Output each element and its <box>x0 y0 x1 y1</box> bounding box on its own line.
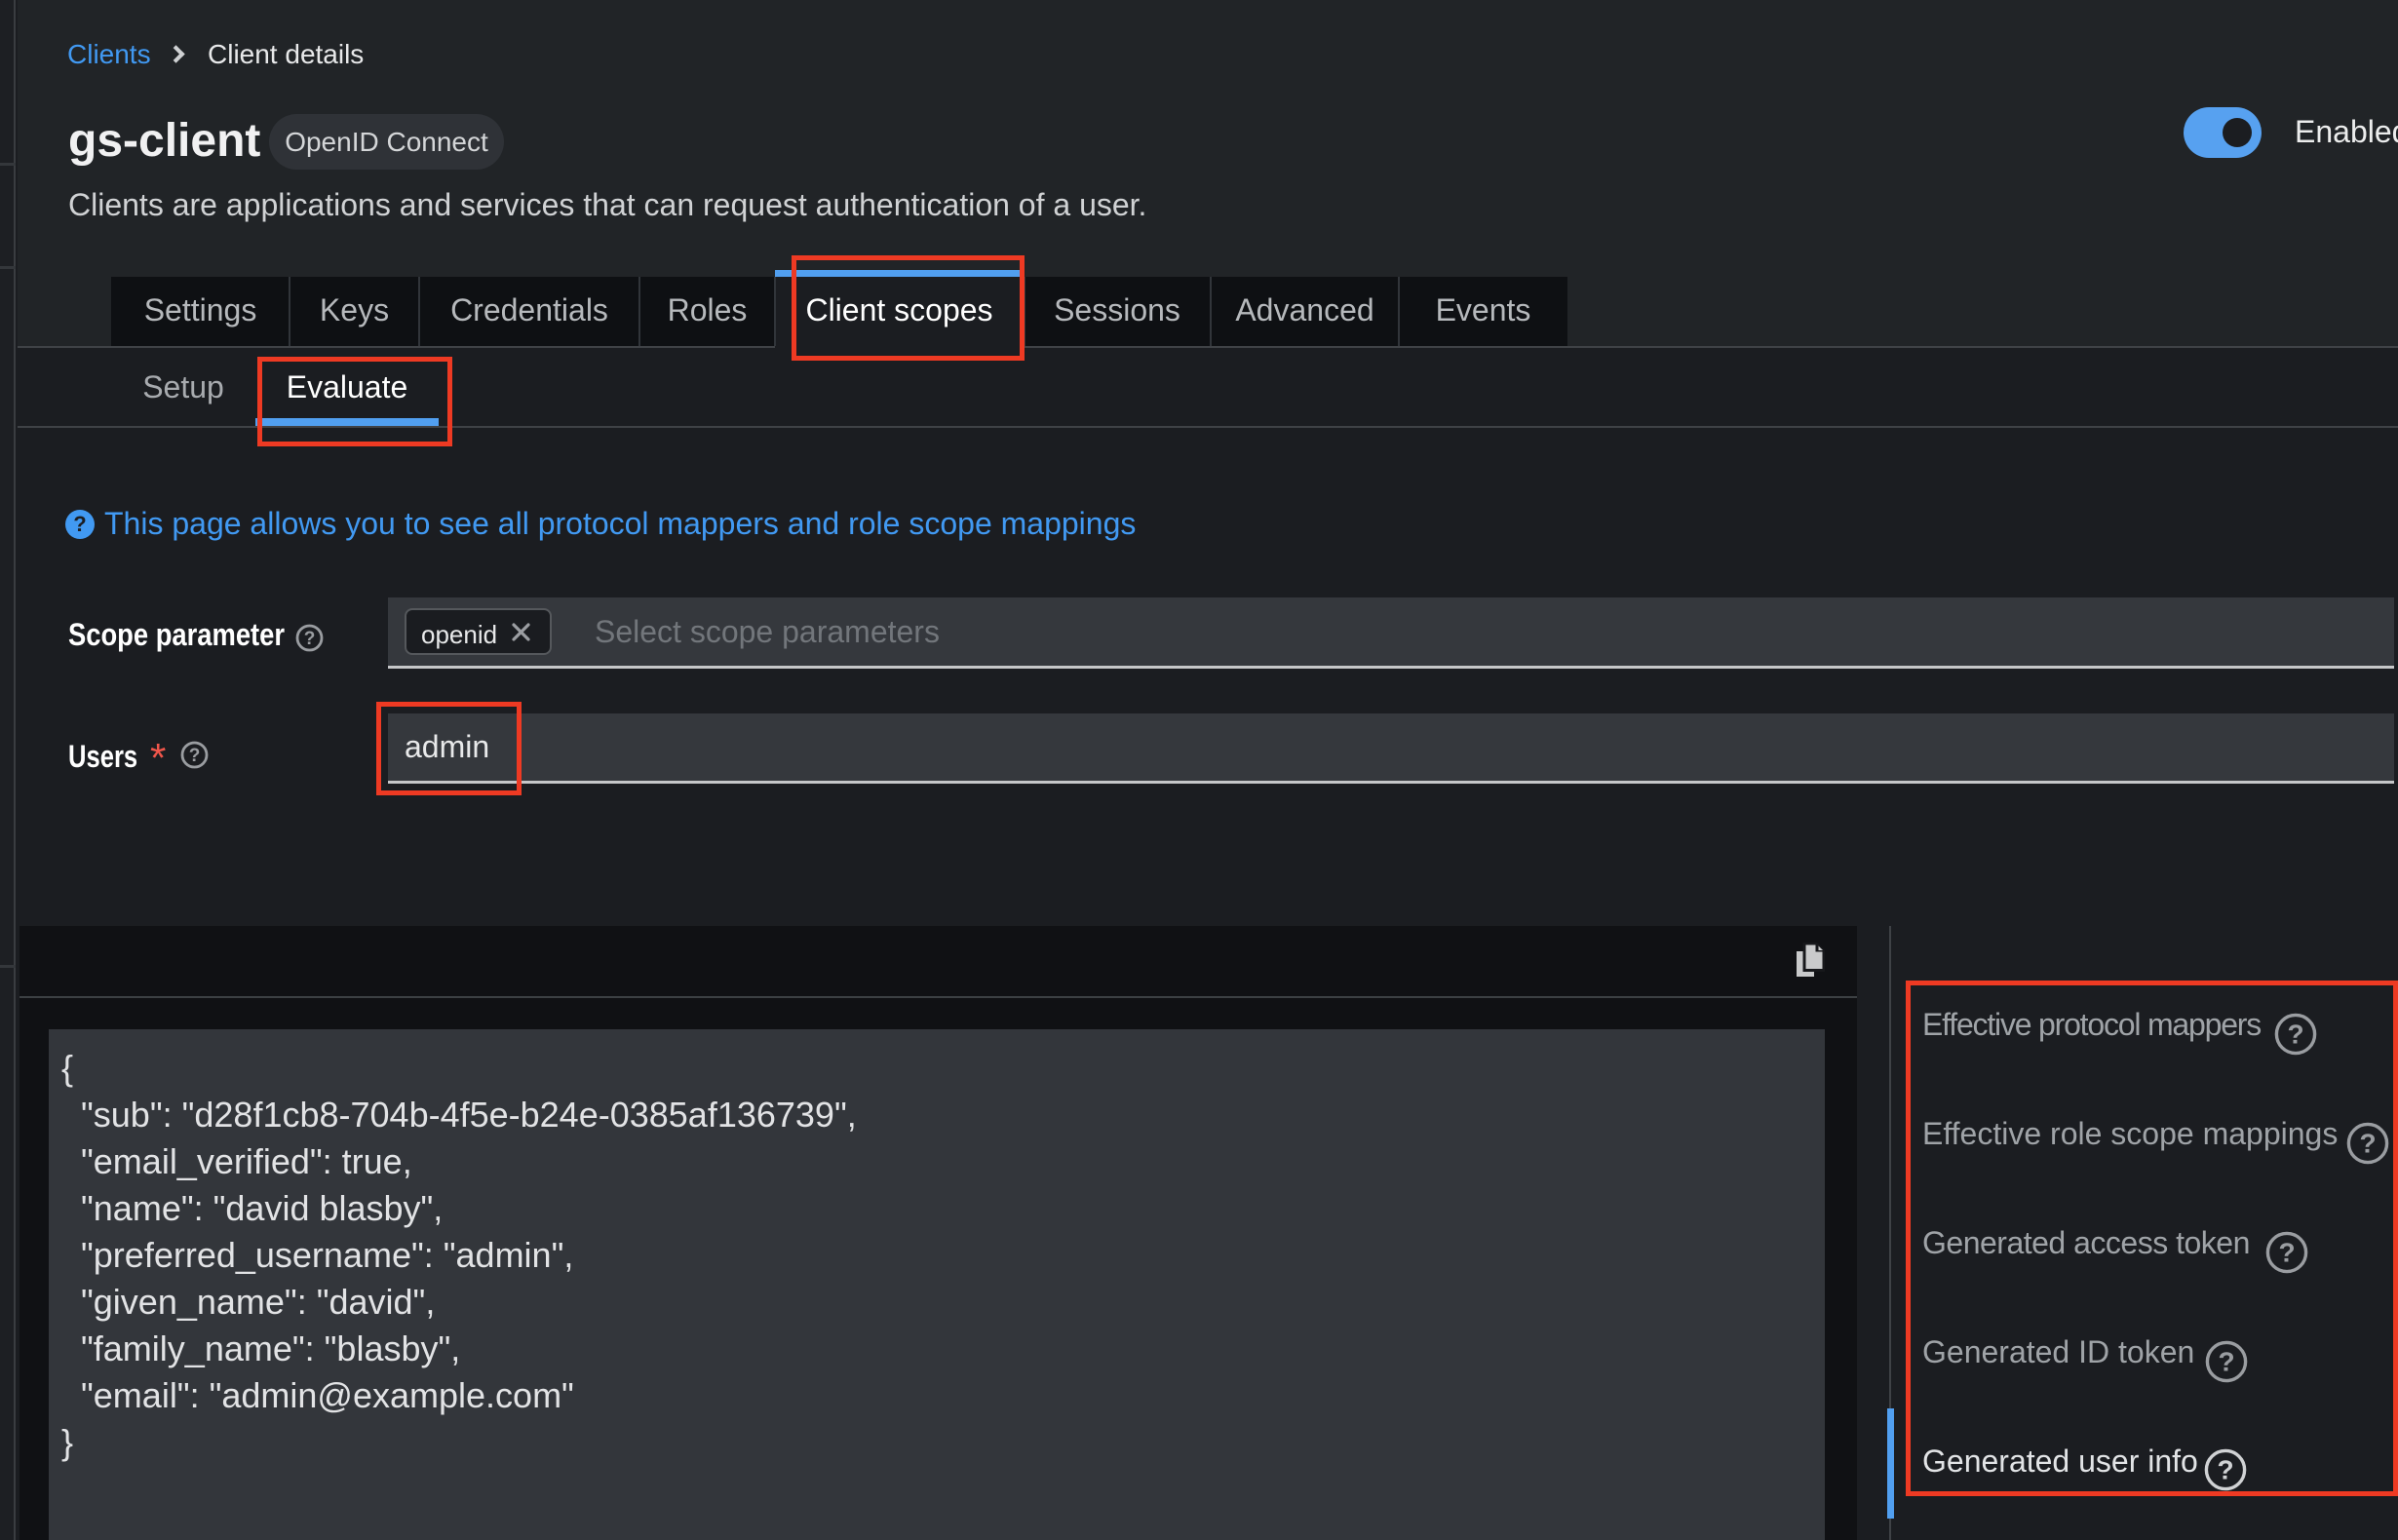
svg-text:?: ? <box>189 746 201 766</box>
svg-text:?: ? <box>304 629 316 649</box>
